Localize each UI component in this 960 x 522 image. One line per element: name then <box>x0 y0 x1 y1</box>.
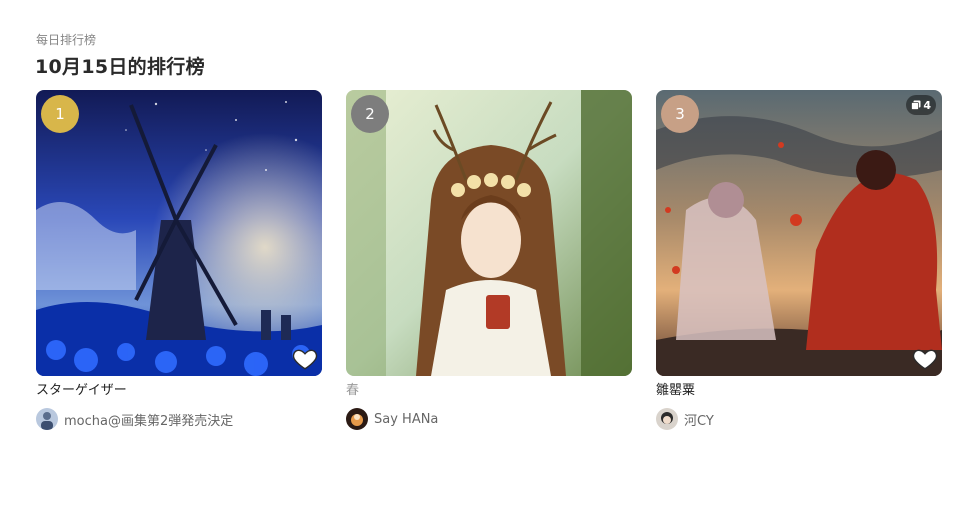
author-link[interactable]: 河CY <box>656 408 942 430</box>
artwork-thumbnail[interactable]: 1 <box>36 90 322 376</box>
artwork-thumbnail[interactable]: 3 4 <box>656 90 942 376</box>
author-name: mocha@画集第2弾発売決定 <box>64 413 234 429</box>
section-title: 10月15日的排行榜 <box>35 56 205 78</box>
page-count: 4 <box>923 98 931 112</box>
author-link[interactable]: mocha@画集第2弾発売決定 <box>36 408 322 430</box>
rank-badge: 2 <box>351 95 389 133</box>
ranking-card: 1 スターゲイザー mocha@画集第2弾発売決定 <box>36 90 322 430</box>
artwork-thumbnail[interactable]: 2 <box>346 90 632 376</box>
avatar <box>36 408 58 430</box>
page-count-badge: 4 <box>906 95 936 115</box>
artwork-title[interactable]: 雛罌粟 <box>656 382 942 400</box>
artwork-image <box>36 90 322 376</box>
author-name: Say HANa <box>374 411 439 427</box>
artwork-title[interactable]: 春 <box>346 382 632 400</box>
artwork-image <box>656 90 942 376</box>
rank-badge: 1 <box>41 95 79 133</box>
author-name: 河CY <box>684 413 714 429</box>
rank-badge: 3 <box>661 95 699 133</box>
ranking-card: 2 春 Say HANa <box>346 90 632 430</box>
section-subtitle: 每日排行榜 <box>36 33 97 47</box>
artwork-title[interactable]: スターゲイザー <box>36 382 322 400</box>
author-link[interactable]: Say HANa <box>346 408 632 430</box>
heart-icon[interactable] <box>292 346 318 372</box>
ranking-card: 3 4 雛罌粟 河CY <box>656 90 942 430</box>
heart-icon[interactable] <box>912 346 938 372</box>
pages-icon <box>911 100 921 110</box>
avatar <box>656 408 678 430</box>
avatar <box>346 408 368 430</box>
artwork-image <box>346 90 632 376</box>
